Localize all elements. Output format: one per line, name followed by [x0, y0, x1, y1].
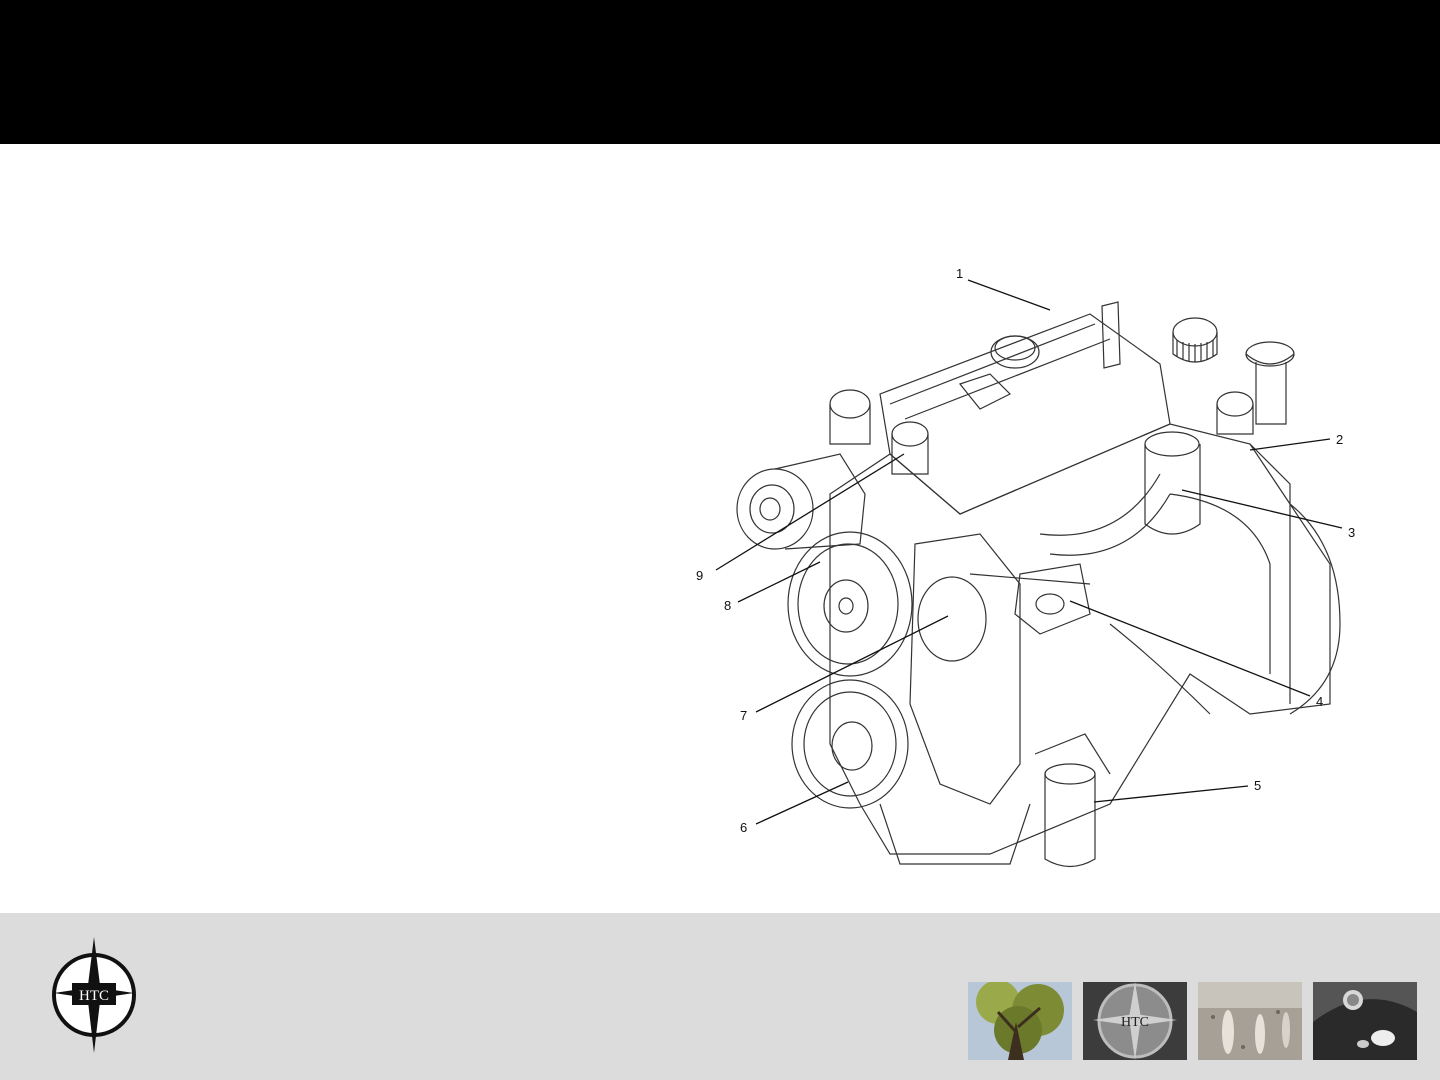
thumbnail-polished-floor — [1198, 982, 1302, 1060]
engine-illustration: 1 2 3 4 5 6 7 8 9 — [696, 266, 1355, 868]
header-bar — [0, 0, 1440, 144]
callout-6: 6 — [740, 820, 747, 835]
svg-text:HTC: HTC — [1121, 1015, 1149, 1030]
svg-text:HTC: HTC — [79, 988, 109, 1004]
callout-1: 1 — [956, 266, 963, 281]
engine-diagram: 1 2 3 4 5 6 7 8 9 — [690, 244, 1370, 884]
callout-9: 9 — [696, 568, 703, 583]
thumbnail-tree — [968, 982, 1072, 1060]
callout-5: 5 — [1254, 778, 1261, 793]
htc-logo: HTC — [46, 935, 142, 1055]
thumbnail-htc-metal: HTC — [1083, 982, 1187, 1060]
thumbnail-strip: HTC — [968, 982, 1417, 1060]
callout-8: 8 — [724, 598, 731, 613]
footer-bar: HTC HTC — [0, 913, 1440, 1080]
thumbnail-machine-detail — [1313, 982, 1417, 1060]
callout-3: 3 — [1348, 525, 1355, 540]
callout-7: 7 — [740, 708, 747, 723]
content-area: 1 2 3 4 5 6 7 8 9 — [0, 144, 1440, 913]
compass-logo-icon: HTC — [52, 937, 136, 1053]
callout-2: 2 — [1336, 432, 1343, 447]
callout-4: 4 — [1316, 694, 1323, 709]
